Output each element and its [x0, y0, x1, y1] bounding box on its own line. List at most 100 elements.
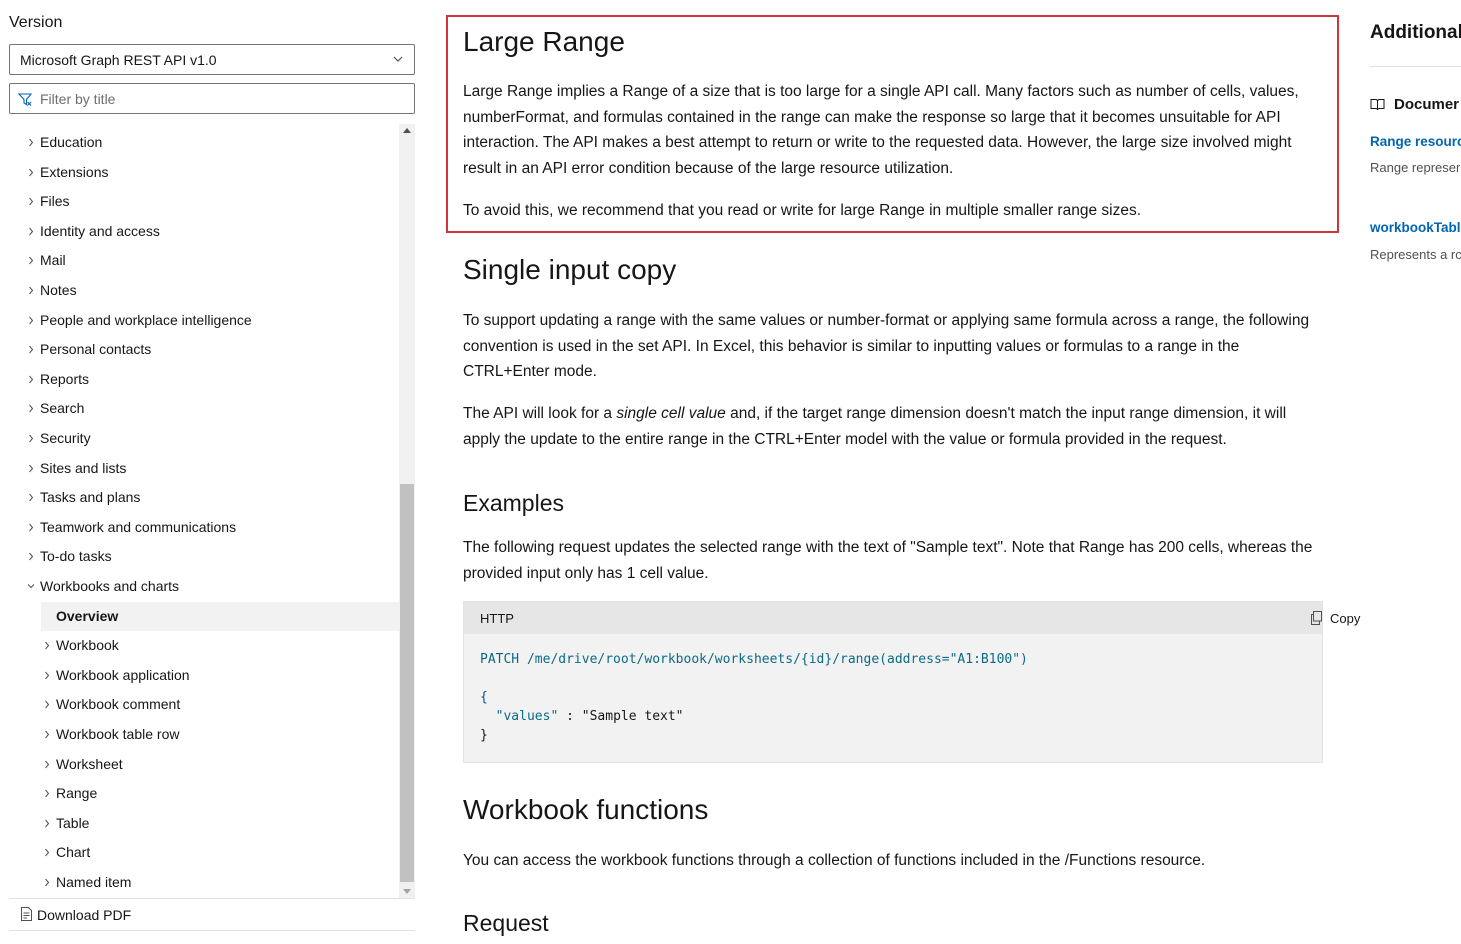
chevron-right-icon — [45, 819, 50, 828]
chevron-right-icon — [29, 168, 34, 176]
toc-item-label: Workbook table row — [56, 726, 180, 742]
chevron-right-icon — [45, 878, 50, 887]
heading-examples: Examples — [463, 490, 564, 516]
chevron-right-icon — [29, 345, 34, 354]
toc-item-files[interactable]: Files — [9, 187, 399, 216]
pdf-document-icon — [21, 907, 32, 921]
toc-item-workbook-table-row[interactable]: Workbook table row — [9, 720, 399, 749]
chevron-down-icon — [27, 584, 35, 589]
article-content: Large Range Large Range implies a Range … — [446, 0, 1360, 944]
chevron-right-icon — [45, 789, 50, 798]
chevron-right-icon — [45, 730, 50, 739]
toc-item-mail[interactable]: Mail — [9, 246, 399, 275]
toc-item-label: To-do tasks — [40, 548, 112, 565]
toc-item-named-item[interactable]: Named item — [9, 868, 399, 897]
toc-item-label: Education — [40, 134, 103, 150]
toc-item-search[interactable]: Search — [9, 394, 399, 423]
copy-button-label: Copy — [1330, 611, 1361, 626]
filter-by-title-field[interactable] — [9, 83, 415, 114]
divider — [1370, 66, 1461, 67]
single-input-paragraph-2: The API will look for a single cell valu… — [463, 401, 1323, 452]
scroll-thumb[interactable] — [400, 484, 414, 882]
toc-item-workbook-comment[interactable]: Workbook comment — [9, 690, 399, 719]
heading-single-input-copy: Single input copy — [463, 254, 677, 285]
code-language-label: HTTP — [480, 611, 514, 626]
toc-item-workbook-application[interactable]: Workbook application — [9, 661, 399, 690]
chevron-right-icon — [29, 375, 34, 384]
toc-item-overview[interactable]: Overview — [41, 601, 399, 631]
toc-item-label: Named item — [56, 874, 132, 890]
chevron-right-icon — [29, 464, 34, 472]
toc-item-label: Table — [56, 814, 90, 831]
toc-item-label: Worksheet — [56, 755, 123, 772]
toc-item-people-and-workplace-intelligence[interactable]: People and workplace intelligence — [9, 306, 399, 335]
code-header: HTTP Copy — [464, 602, 1360, 634]
code-http-path: /me/drive/root/workbook/worksheets/{id}/… — [519, 652, 1028, 667]
toc-item-teamwork-and-communications[interactable]: Teamwork and communications — [9, 513, 399, 542]
rail-link-workbook-table[interactable]: workbookTabl — [1370, 220, 1461, 235]
heading-workbook-functions: Workbook functions — [463, 794, 709, 825]
code-http-verb: PATCH — [480, 652, 520, 667]
toc-item-label: People and workplace intelligence — [40, 311, 252, 328]
additional-resources-rail: Additional Documer Range resourc Range r… — [1360, 0, 1461, 944]
scroll-up-arrow-icon[interactable] — [403, 128, 411, 133]
toc-item-label: Sites and lists — [40, 459, 127, 476]
code-content: PATCH /me/drive/root/workbook/worksheets… — [480, 650, 1028, 745]
toc-item-table[interactable]: Table — [9, 809, 399, 838]
chevron-right-icon — [45, 671, 50, 680]
large-range-paragraph-1: Large Range implies a Range of a size th… — [463, 83, 1299, 177]
toc-item-personal-contacts[interactable]: Personal contacts — [9, 335, 399, 364]
text-span: The API will look for a — [463, 405, 617, 422]
toc-item-notes[interactable]: Notes — [9, 276, 399, 305]
chevron-down-icon — [393, 56, 403, 62]
filter-by-title-input[interactable] — [40, 89, 400, 109]
emphasis-text: single cell value — [616, 405, 726, 422]
heading-large-range: Large Range — [463, 26, 625, 57]
chevron-right-icon — [45, 849, 50, 857]
toc-item-label: Security — [40, 430, 91, 446]
toc-item-label: Teamwork and communications — [40, 518, 237, 535]
toc-item-reports[interactable]: Reports — [9, 365, 399, 394]
version-select[interactable]: Microsoft Graph REST API v1.0 — [9, 44, 415, 75]
toc-sidebar: Version Microsoft Graph REST API v1.0 Ed… — [0, 0, 425, 944]
toc-item-label: Identity and access — [40, 222, 160, 239]
chevron-right-icon — [29, 523, 34, 532]
toc-item-label: Extensions — [40, 163, 109, 180]
toc-item-tasks-and-plans[interactable]: Tasks and plans — [9, 483, 399, 512]
chevron-right-icon — [29, 553, 34, 561]
chevron-right-icon — [45, 641, 50, 650]
toc-item-range[interactable]: Range — [9, 779, 399, 808]
toc-item-label: Workbook — [56, 637, 119, 654]
chevron-right-icon — [29, 286, 34, 295]
toc-item-security[interactable]: Security — [9, 424, 399, 453]
toc-item-worksheet[interactable]: Worksheet — [9, 750, 399, 779]
chevron-right-icon — [29, 197, 34, 206]
filter-icon — [18, 93, 33, 106]
code-json-separator: : — [558, 709, 582, 724]
toc-item-label: Workbook application — [56, 666, 190, 683]
chevron-right-icon — [29, 405, 34, 413]
toc-item-to-do-tasks[interactable]: To-do tasks — [9, 542, 399, 571]
toc-item-identity-and-access[interactable]: Identity and access — [9, 217, 399, 246]
scroll-down-arrow-icon[interactable] — [403, 889, 411, 894]
toc-item-extensions[interactable]: Extensions — [9, 158, 399, 187]
chevron-right-icon — [29, 257, 34, 265]
toc-item-sites-and-lists[interactable]: Sites and lists — [9, 454, 399, 483]
toc-item-workbooks-and-charts[interactable]: Workbooks and charts — [9, 572, 399, 601]
single-input-paragraph-1: To support updating a range with the sam… — [463, 312, 1310, 381]
toc-item-label: Reports — [40, 370, 90, 387]
large-range-paragraph-2: To avoid this, we recommend that you rea… — [463, 202, 1142, 219]
code-brace-open: { — [480, 690, 488, 705]
rail-link-description: Range represer cell, a row, a cc — [1370, 160, 1461, 175]
version-select-value: Microsoft Graph REST API v1.0 — [20, 52, 217, 68]
toc-item-chart[interactable]: Chart — [9, 838, 399, 867]
toc-item-label: Workbook comment — [56, 696, 181, 713]
toc-item-education[interactable]: Education — [9, 128, 399, 157]
copy-icon — [1311, 611, 1322, 625]
rail-link-range-resource[interactable]: Range resourc — [1370, 134, 1461, 149]
chevron-right-icon — [29, 434, 34, 443]
toc-scrollbar[interactable] — [399, 124, 415, 898]
toc-item-workbook[interactable]: Workbook — [9, 631, 399, 660]
chevron-right-icon — [29, 227, 34, 236]
toc-item-label: Range — [56, 785, 98, 802]
